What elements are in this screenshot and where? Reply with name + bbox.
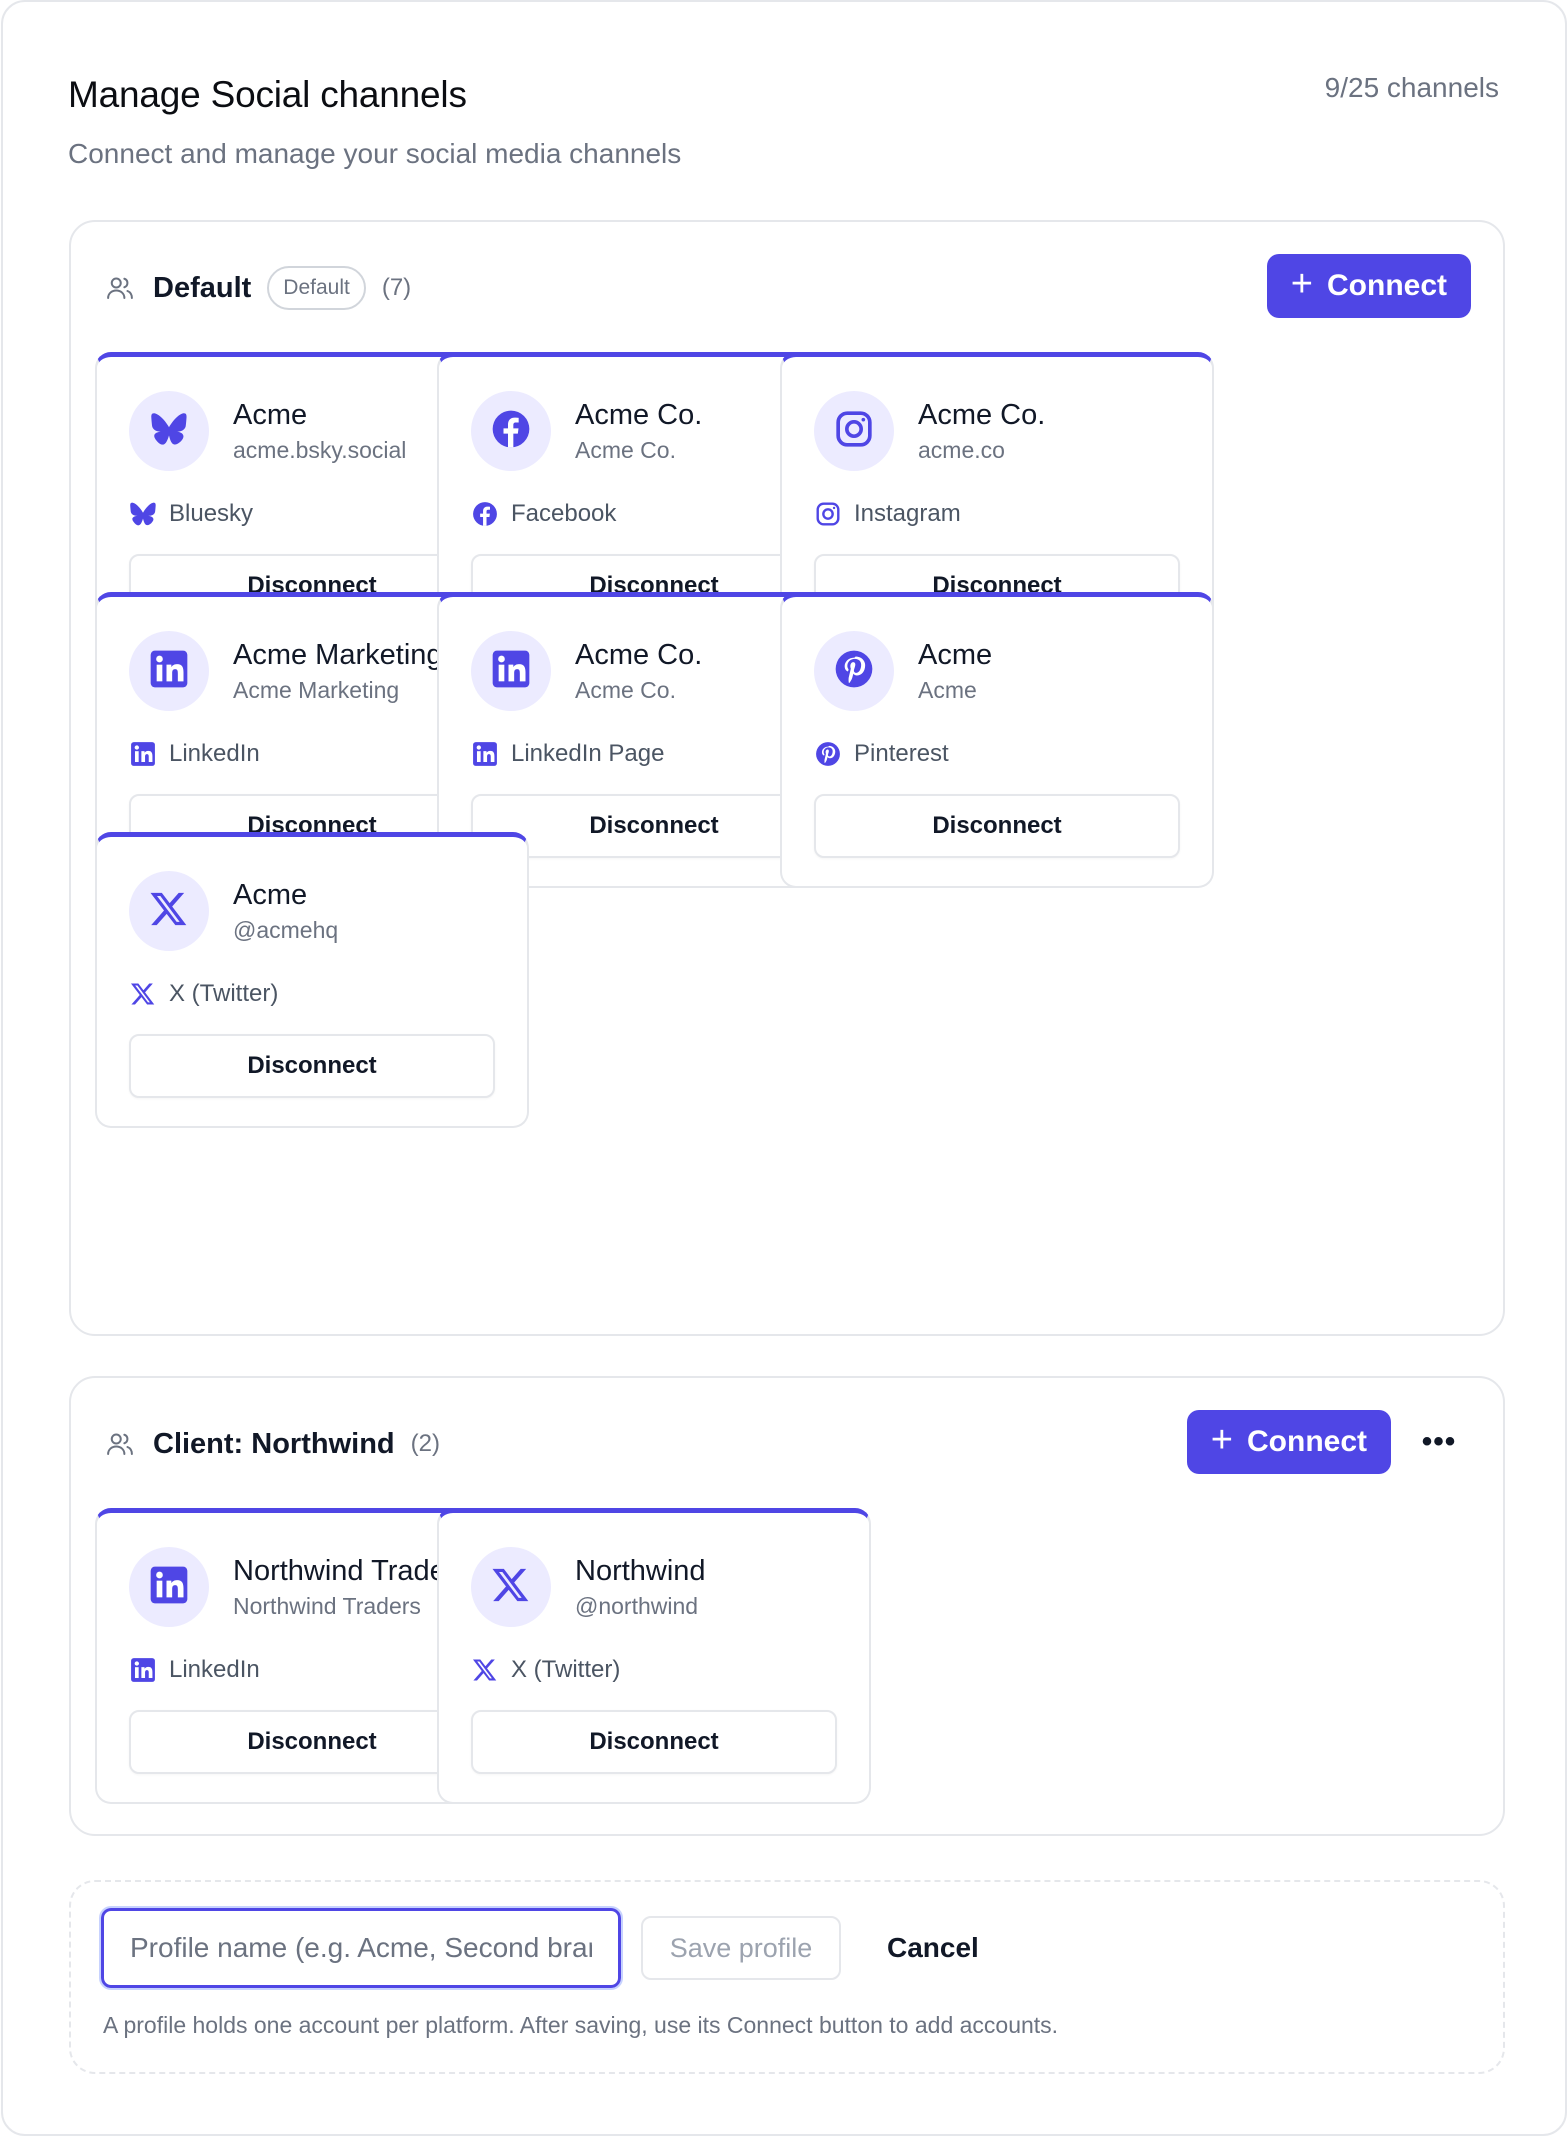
platform-label: LinkedIn — [129, 1654, 260, 1686]
manage-channels-panel: Manage Social channels Connect and manag… — [1, 0, 1567, 2136]
platform-label: Bluesky — [129, 498, 253, 530]
account-handle: Acme Marketing — [233, 677, 400, 703]
platform-name: LinkedIn — [169, 740, 260, 767]
users-icon — [107, 277, 133, 299]
account-avatar — [471, 391, 551, 471]
default-badge: Default — [267, 266, 366, 310]
cancel-button[interactable]: Cancel — [867, 1916, 999, 1980]
platform-label: LinkedIn — [129, 738, 260, 770]
platform-name: LinkedIn — [169, 1656, 260, 1683]
page-subtitle: Connect and manage your social media cha… — [68, 138, 682, 169]
more-options-icon[interactable]: ••• — [1415, 1418, 1463, 1466]
bluesky-icon — [129, 500, 157, 528]
instagram-icon — [834, 409, 874, 454]
account-name: Acme — [918, 639, 993, 671]
disconnect-button[interactable]: Disconnect — [814, 794, 1180, 858]
save-profile-button[interactable]: Save profile — [641, 1916, 841, 1980]
linkedin-icon — [129, 740, 157, 768]
group-account-count: (7) — [381, 274, 412, 301]
channel-count: 9/25 channels — [1324, 72, 1499, 103]
pinterest-icon — [834, 649, 874, 694]
account-handle: @acmehq — [233, 917, 339, 943]
account-name: Acme Co. — [575, 639, 703, 671]
disconnect-button[interactable]: Disconnect — [129, 1034, 495, 1098]
account-handle: acme.co — [918, 437, 1005, 463]
group-account-count: (2) — [410, 1430, 440, 1457]
x-icon — [129, 980, 157, 1008]
users-icon — [107, 1433, 133, 1455]
linkedin-icon — [149, 1565, 189, 1610]
platform-name: LinkedIn Page — [511, 740, 665, 767]
account-avatar — [471, 1547, 551, 1627]
linkedin-icon — [471, 740, 499, 768]
account-name: Acme — [233, 879, 308, 911]
disconnect-button[interactable]: Disconnect — [471, 1710, 837, 1774]
group-name: Client: Northwind — [153, 1427, 395, 1460]
account-avatar — [814, 391, 894, 471]
account-name: Acme Marketing — [233, 639, 443, 671]
connect-button[interactable]: + Connect — [1186, 1410, 1391, 1474]
account-avatar — [471, 631, 551, 711]
account-card: Northwind @northwind X (Twitter) Disconn… — [437, 1508, 871, 1804]
platform-name: X (Twitter) — [169, 980, 279, 1007]
account-avatar — [129, 391, 209, 471]
bluesky-icon — [151, 411, 187, 452]
page-header: Manage Social channels Connect and manag… — [68, 74, 681, 170]
pinterest-icon — [814, 740, 842, 768]
platform-name: X (Twitter) — [511, 1656, 621, 1683]
platform-name: Pinterest — [854, 740, 949, 767]
platform-label: Pinterest — [814, 738, 949, 770]
connect-label: Connect — [1327, 269, 1447, 302]
group-header: Client: Northwind (2) — [105, 1412, 440, 1476]
account-handle: Northwind Traders — [233, 1593, 421, 1619]
account-avatar — [129, 631, 209, 711]
account-handle: Acme — [918, 677, 977, 703]
account-handle: Acme Co. — [575, 677, 676, 703]
account-name: Acme Co. — [575, 399, 703, 431]
account-avatar — [814, 631, 894, 711]
plus-icon: + — [1290, 263, 1313, 305]
account-handle: @northwind — [575, 1593, 699, 1619]
account-card: Acme @acmehq X (Twitter) Disconnect — [95, 832, 529, 1128]
account-card: Acme Acme Pinterest Disconnect — [780, 592, 1214, 888]
account-avatar — [129, 871, 209, 951]
linkedin-icon — [491, 649, 531, 694]
facebook-icon — [491, 409, 531, 454]
platform-label: X (Twitter) — [129, 978, 278, 1010]
platform-name: Instagram — [854, 500, 961, 527]
x-icon — [149, 889, 189, 934]
profile-group-default: Default Default (7) + Connect Acme acme.b… — [69, 220, 1505, 1336]
account-handle: Acme Co. — [575, 437, 676, 463]
platform-name: Bluesky — [169, 500, 254, 527]
linkedin-icon — [149, 649, 189, 694]
account-name: Northwind Traders — [233, 1555, 470, 1587]
connect-label: Connect — [1247, 1425, 1367, 1458]
facebook-icon — [471, 500, 499, 528]
x-icon — [471, 1656, 499, 1684]
account-name: Northwind — [575, 1555, 706, 1587]
account-name: Acme — [233, 399, 308, 431]
account-avatar — [129, 1547, 209, 1627]
linkedin-icon — [129, 1656, 157, 1684]
platform-label: Instagram — [814, 498, 961, 530]
profile-group-northwind: Client: Northwind (2) + Connect ••• North… — [69, 1376, 1505, 1836]
platform-label: X (Twitter) — [471, 1654, 620, 1686]
connect-button[interactable]: + Connect — [1266, 254, 1471, 318]
group-header: Default Default (7) — [105, 256, 411, 320]
platform-label: LinkedIn Page — [471, 738, 664, 770]
platform-name: Facebook — [511, 500, 617, 527]
plus-icon: + — [1210, 1419, 1233, 1461]
account-handle: acme.bsky.social — [233, 437, 407, 463]
page-title: Manage Social channels — [68, 74, 467, 115]
profile-name-input[interactable] — [99, 1906, 623, 1990]
helper-text: A profile holds one account per platform… — [103, 2012, 1059, 2038]
new-profile-form: Save profile Cancel A profile holds one … — [69, 1880, 1505, 2074]
platform-label: Facebook — [471, 498, 616, 530]
instagram-icon — [814, 500, 842, 528]
x-icon — [491, 1565, 531, 1610]
group-name: Default — [153, 271, 252, 304]
account-name: Acme Co. — [918, 399, 1046, 431]
